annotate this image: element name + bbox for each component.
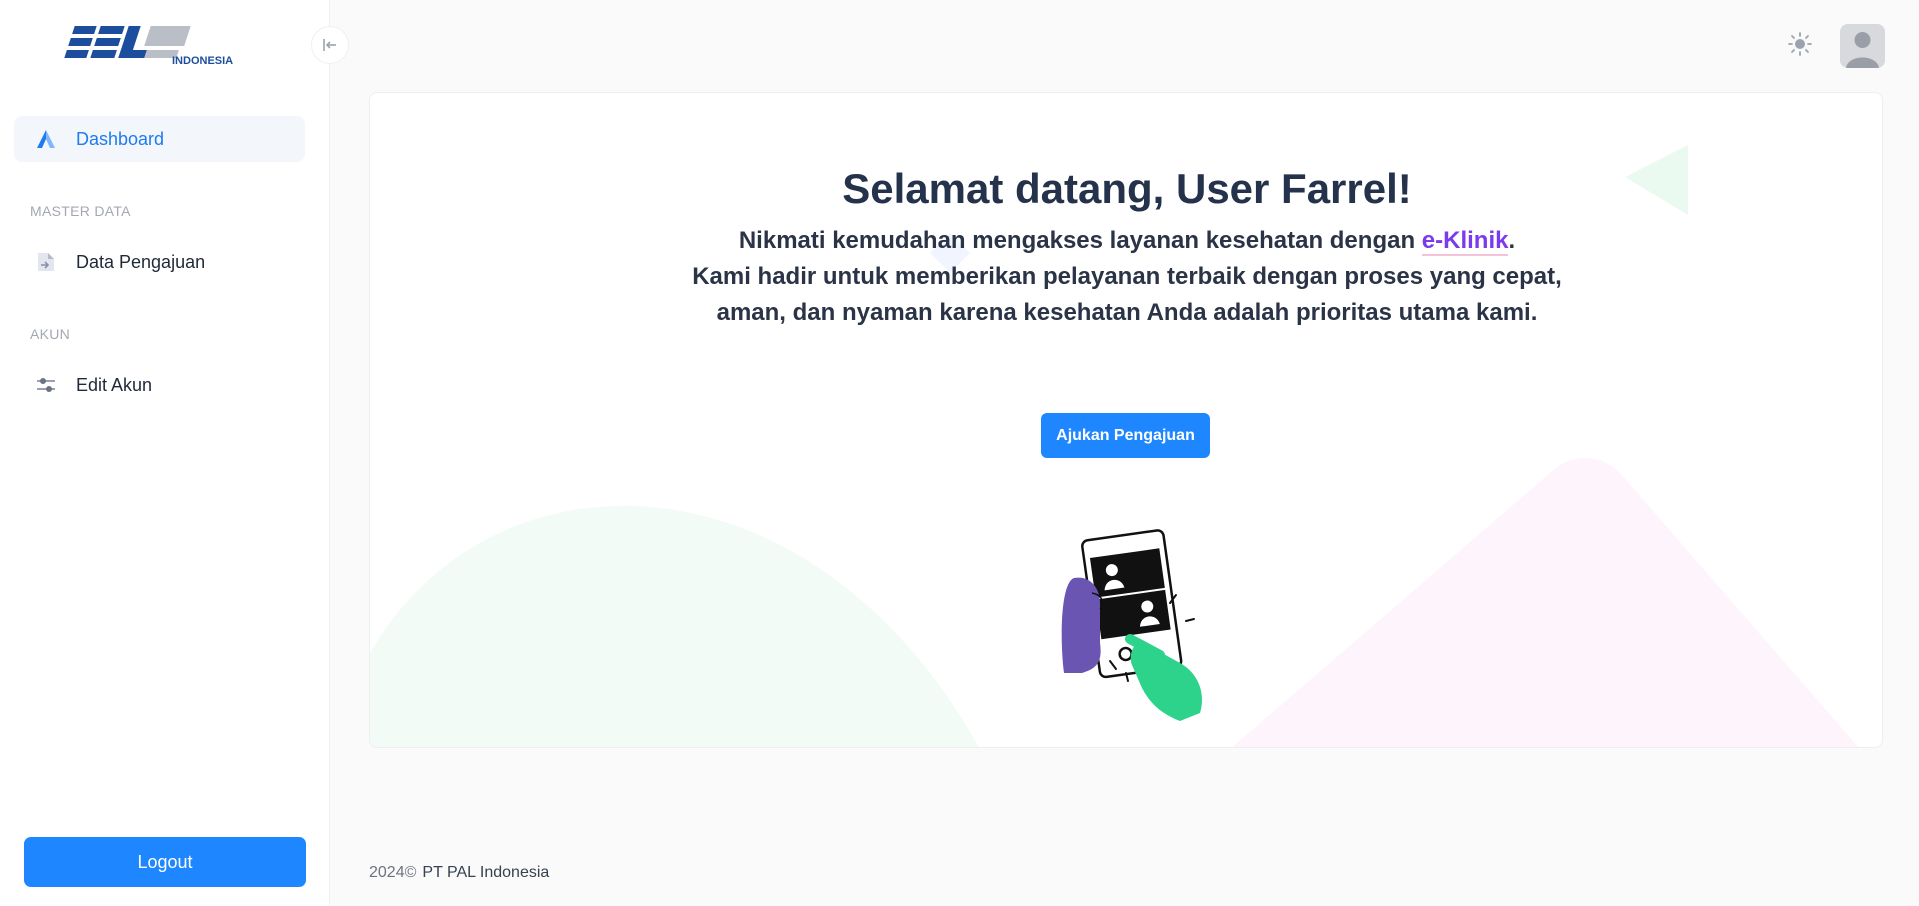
sidebar-item-edit-akun[interactable]: Edit Akun: [14, 362, 305, 408]
dashboard-icon: [34, 127, 58, 151]
sliders-icon: [34, 373, 58, 397]
sun-icon[interactable]: [1786, 30, 1814, 58]
section-master-data: MASTER DATA: [30, 203, 131, 219]
sidebar-item-data-pengajuan[interactable]: Data Pengajuan: [14, 239, 305, 285]
document-icon: [34, 250, 58, 274]
footer-company[interactable]: PT PAL Indonesia: [422, 864, 549, 881]
welcome-line-1: Nikmati kemudahan mengakses layanan kese…: [370, 227, 1882, 256]
pal-logo[interactable]: INDONESIA: [62, 22, 242, 70]
sidebar-item-dashboard[interactable]: Dashboard: [14, 116, 305, 162]
welcome-line-3: aman, dan nyaman karena kesehatan Anda a…: [716, 299, 1538, 326]
sidebar-item-label: Data Pengajuan: [76, 251, 206, 272]
line1-prefix: Nikmati kemudahan mengakses layanan kese…: [738, 227, 1422, 254]
line1-suffix: .: [1508, 227, 1516, 254]
user-avatar-icon[interactable]: [1840, 24, 1885, 68]
sidebar: INDONESIA Dashboard MASTER DATA Data Pen…: [0, 0, 330, 906]
logo-subtitle: INDONESIA: [172, 55, 233, 67]
welcome-card: Selamat datang, User Farrel! Nikmati kem…: [369, 92, 1883, 748]
ajukan-pengajuan-button[interactable]: Ajukan Pengajuan: [1041, 413, 1210, 458]
brand-name: e-Klinik: [1421, 227, 1509, 256]
welcome-line-2: Kami hadir untuk memberikan pelayanan te…: [692, 263, 1562, 290]
footer: 2024© PT PAL Indonesia: [369, 864, 549, 882]
sidebar-item-label: Edit Akun: [76, 374, 153, 395]
phone-video-call-illustration: [1030, 523, 1230, 733]
welcome-title: Selamat datang, User Farrel!: [842, 165, 1412, 212]
footer-year: 2024©: [369, 864, 417, 881]
section-akun: AKUN: [30, 326, 71, 342]
sidebar-item-label: Dashboard: [76, 128, 165, 149]
collapse-left-icon[interactable]: [311, 26, 349, 64]
logout-button[interactable]: Logout: [24, 837, 306, 887]
